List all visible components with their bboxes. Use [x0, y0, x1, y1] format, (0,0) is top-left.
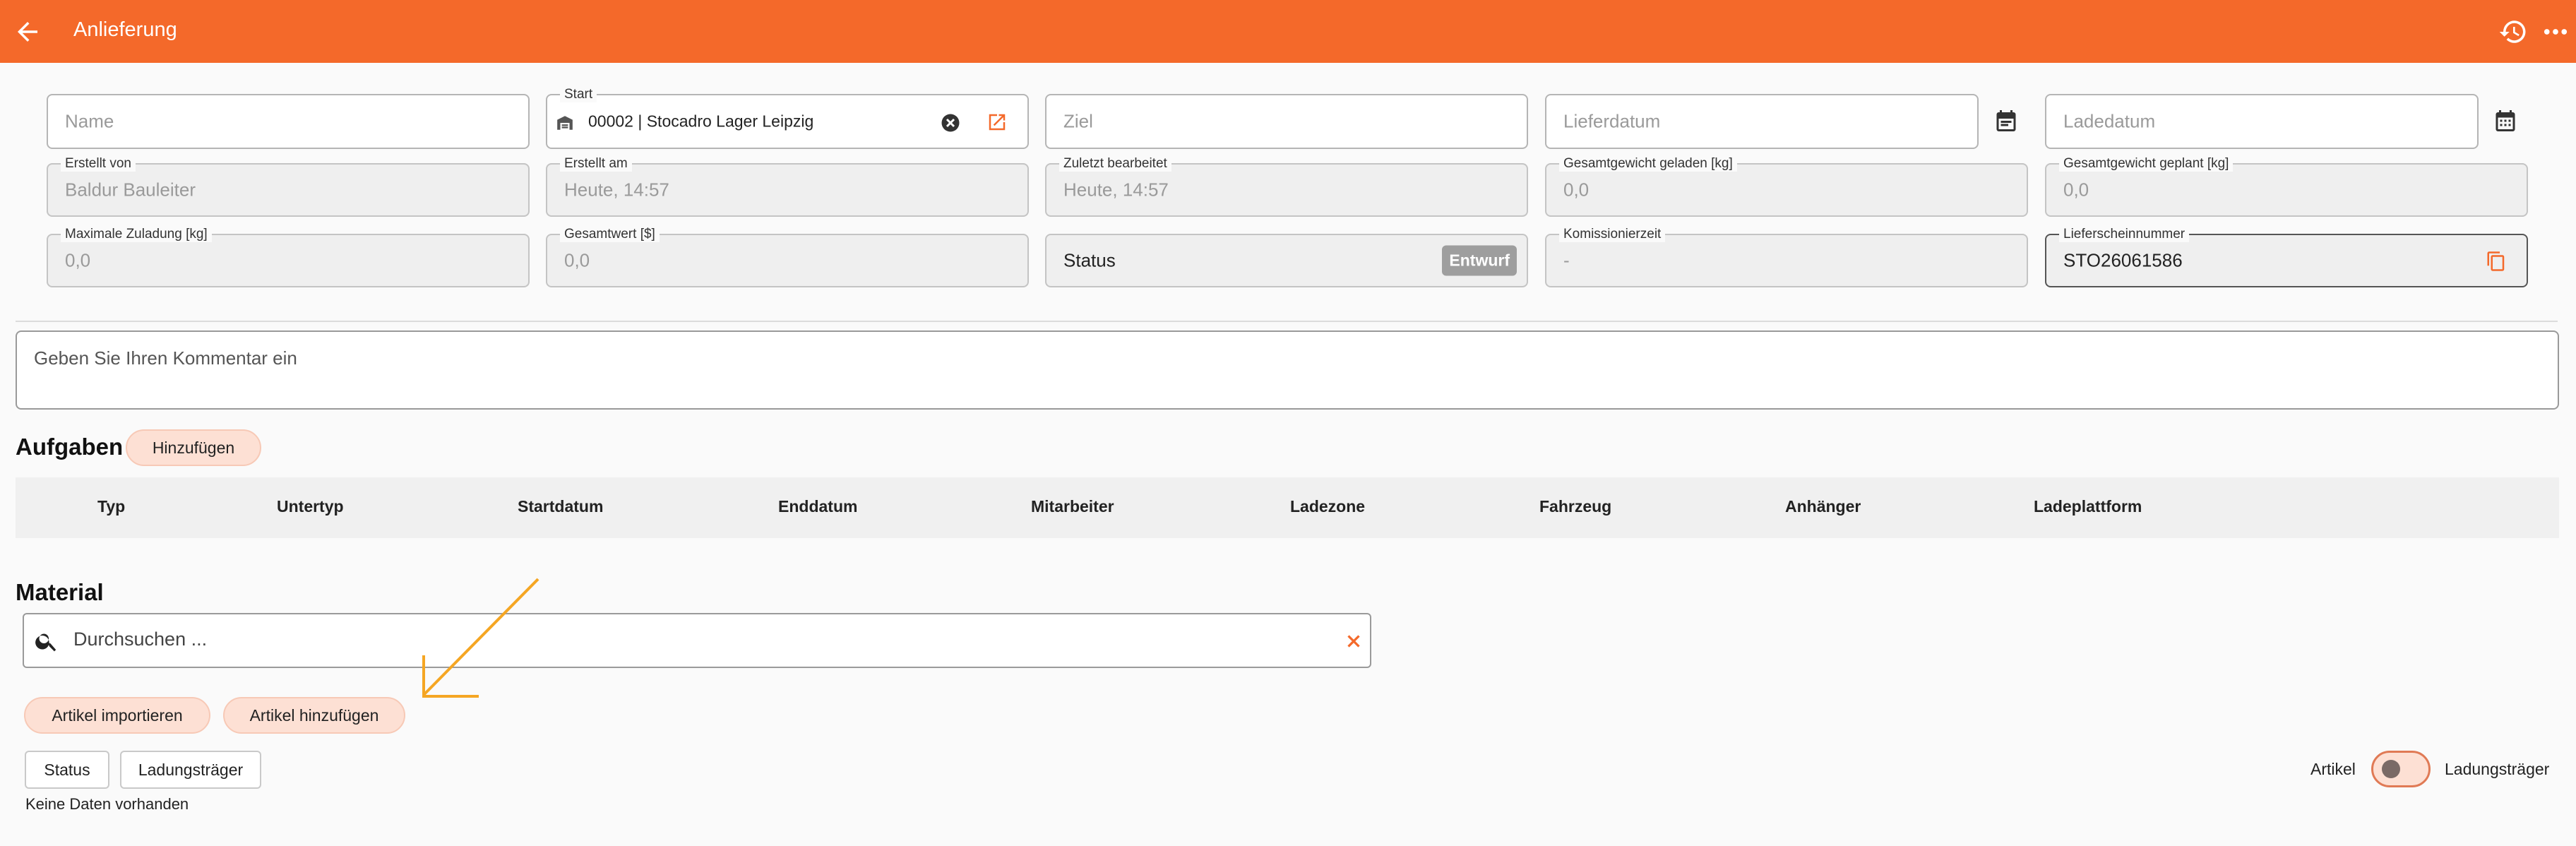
- start-value: 00002 | Stocadro Lager Leipzig: [588, 112, 814, 131]
- filter-status-chip[interactable]: Status: [25, 751, 109, 789]
- lieferscheinnummer-field: Lieferscheinnummer STO26061586: [2045, 227, 2528, 287]
- calendar-grid-icon[interactable]: [2493, 108, 2518, 133]
- column-header[interactable]: Ladezone: [1290, 497, 1365, 516]
- column-header[interactable]: Startdatum: [518, 497, 603, 516]
- empty-state-text: Keine Daten vorhanden: [25, 795, 189, 813]
- calendar-icon[interactable]: [1993, 108, 2019, 133]
- status-field: Status Entwurf: [1045, 234, 1528, 287]
- warehouse-icon: [557, 116, 573, 130]
- column-header[interactable]: Typ: [97, 497, 125, 516]
- column-header[interactable]: Mitarbeiter: [1031, 497, 1114, 516]
- artikel-hinzufuegen-button[interactable]: Artikel hinzufügen: [223, 697, 405, 734]
- open-external-icon[interactable]: [986, 112, 1008, 133]
- material-search-input[interactable]: Durchsuchen ...: [23, 613, 1371, 668]
- toggle-label-artikel: Artikel: [2310, 760, 2356, 778]
- copy-icon[interactable]: [2486, 251, 2507, 272]
- toggle-knob: [2382, 760, 2400, 778]
- artikel-importieren-button[interactable]: Artikel importieren: [24, 697, 210, 734]
- column-header[interactable]: Untertyp: [277, 497, 344, 516]
- column-header[interactable]: Ladeplattform: [2034, 497, 2142, 516]
- section-divider: [16, 321, 2558, 322]
- ladedatum-input[interactable]: Ladedatum: [2045, 94, 2479, 149]
- kommissionierzeit-field: Komissionierzeit -: [1545, 227, 2028, 287]
- zuletzt-bearbeitet-field: Zuletzt bearbeitet Heute, 14:57: [1045, 156, 1528, 217]
- history-icon[interactable]: [2498, 17, 2528, 47]
- filter-ladungstraeger-chip[interactable]: Ladungsträger: [120, 751, 261, 789]
- page-title: Anlieferung: [73, 18, 177, 41]
- column-header[interactable]: Fahrzeug: [1539, 497, 1611, 516]
- clear-circle-icon[interactable]: [940, 112, 961, 133]
- column-header[interactable]: Enddatum: [778, 497, 857, 516]
- start-field[interactable]: Start 00002 | Stocadro Lager Leipzig: [546, 87, 1029, 149]
- gewicht-geladen-field: Gesamtgewicht geladen [kg] 0,0: [1545, 156, 2028, 217]
- lieferdatum-input[interactable]: Lieferdatum: [1545, 94, 1979, 149]
- view-toggle-switch[interactable]: [2371, 751, 2431, 787]
- max-zuladung-field: Maximale Zuladung [kg] 0,0: [47, 227, 530, 287]
- search-icon: [35, 633, 56, 652]
- ziel-input[interactable]: Ziel: [1045, 94, 1528, 149]
- clear-search-icon[interactable]: [1343, 631, 1364, 652]
- material-title: Material: [16, 579, 104, 605]
- comment-textarea[interactable]: Geben Sie Ihren Kommentar ein: [16, 330, 2559, 410]
- aufgabe-hinzufuegen-button[interactable]: Hinzufügen: [126, 429, 261, 466]
- toggle-label-ladungstraeger: Ladungsträger: [2445, 760, 2550, 778]
- app-header: Anlieferung: [0, 0, 2576, 63]
- more-horizontal-icon[interactable]: [2541, 17, 2570, 47]
- gewicht-geplant-field: Gesamtgewicht geplant [kg] 0,0: [2045, 156, 2528, 217]
- name-input[interactable]: Name: [47, 94, 530, 149]
- erstellt-am-field: Erstellt am Heute, 14:57: [546, 156, 1029, 217]
- gesamtwert-field: Gesamtwert [$] 0,0: [546, 227, 1029, 287]
- aufgaben-table-header: Typ Untertyp Startdatum Enddatum Mitarbe…: [16, 477, 2559, 538]
- start-label: Start: [560, 87, 597, 102]
- erstellt-von-field: Erstellt von Baldur Bauleiter: [47, 156, 530, 217]
- column-header[interactable]: Anhänger: [1785, 497, 1861, 516]
- arrow-left-icon[interactable]: [13, 17, 42, 47]
- aufgaben-title: Aufgaben: [16, 434, 124, 460]
- status-badge: Entwurf: [1442, 245, 1517, 276]
